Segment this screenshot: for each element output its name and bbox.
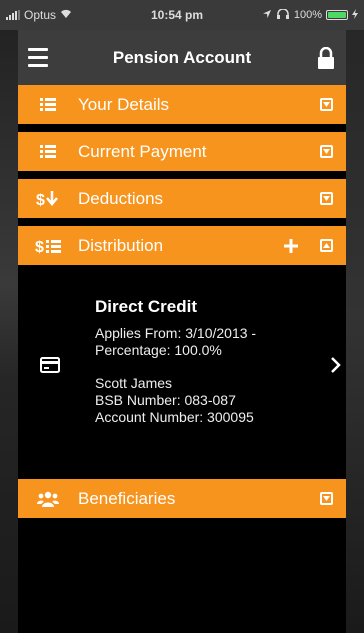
status-bar-right: 100% — [228, 7, 358, 22]
expand-toggle-icon[interactable] — [306, 192, 346, 205]
distribution-title: Direct Credit — [95, 297, 198, 316]
section-distribution[interactable]: $ Distribution — [18, 226, 346, 265]
battery-icon — [326, 10, 348, 20]
expand-toggle-icon[interactable] — [306, 145, 346, 158]
location-icon — [262, 9, 272, 22]
section-current-payment[interactable]: Current Payment — [18, 132, 346, 171]
section-label: Distribution — [78, 235, 164, 255]
lock-icon[interactable] — [306, 30, 346, 85]
svg-text:$: $ — [35, 239, 44, 254]
signal-icon — [6, 10, 20, 20]
dollar-list-icon: $ — [18, 238, 78, 254]
headphones-icon — [276, 7, 290, 22]
collapse-toggle-icon[interactable] — [306, 239, 346, 252]
empty-content-area — [18, 518, 346, 633]
percentage: Percentage: 100.0% — [95, 342, 222, 358]
bsb-number: BSB Number: 083-087 — [95, 392, 236, 408]
dollar-arrow-icon: $ — [18, 190, 78, 207]
background-left — [0, 0, 18, 633]
distribution-details: Direct Credit Applies From: 3/10/2013 - … — [95, 297, 256, 426]
expand-toggle-icon[interactable] — [306, 98, 346, 111]
page-title: Pension Account — [112, 47, 252, 67]
charging-icon — [352, 8, 358, 22]
section-label: Beneficiaries — [78, 488, 176, 508]
applies-from: Applies From: 3/10/2013 - — [95, 325, 257, 341]
wifi-icon — [60, 9, 72, 22]
section-label: Deductions — [78, 188, 164, 208]
credit-card-icon — [40, 357, 60, 378]
expand-toggle-icon[interactable] — [306, 492, 346, 505]
list-icon — [18, 98, 78, 111]
status-bar: Optus 10:54 pm 100% — [0, 0, 364, 30]
svg-text:$: $ — [36, 192, 45, 207]
section-beneficiaries[interactable]: Beneficiaries — [18, 479, 346, 518]
distribution-item[interactable]: Direct Credit Applies From: 3/10/2013 - … — [18, 272, 346, 477]
carrier-name: Optus — [24, 8, 57, 22]
list-icon — [18, 145, 78, 158]
battery-percent: 100% — [293, 9, 322, 21]
background-right — [346, 0, 364, 633]
status-bar-left: Optus — [6, 8, 126, 22]
section-your-details[interactable]: Your Details — [18, 85, 346, 124]
chevron-right-icon[interactable] — [330, 356, 342, 379]
app-header: Pension Account — [18, 30, 346, 85]
account-name: Scott James — [95, 375, 173, 391]
section-label: Your Details — [78, 94, 170, 114]
status-time: 10:54 pm — [150, 8, 204, 22]
add-distribution-button[interactable] — [276, 232, 306, 260]
section-deductions[interactable]: $ Deductions — [18, 179, 346, 218]
hamburger-icon[interactable] — [18, 30, 58, 85]
section-label: Current Payment — [78, 141, 207, 161]
users-icon — [18, 491, 78, 507]
account-number: Account Number: 300095 — [95, 409, 254, 425]
